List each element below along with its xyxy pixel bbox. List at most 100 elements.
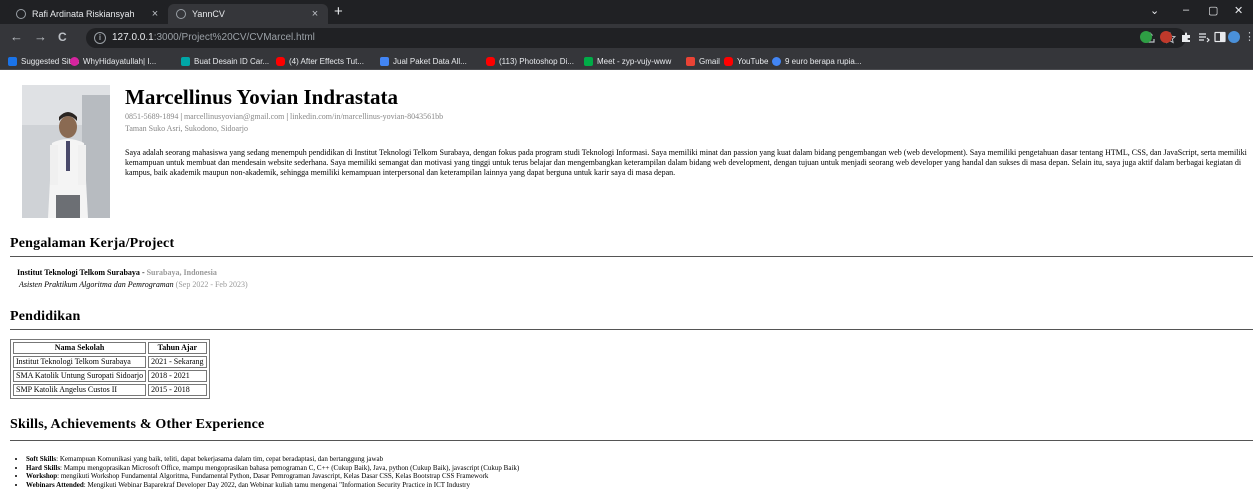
globe-icon xyxy=(176,9,186,19)
section-heading-education: Pendidikan xyxy=(10,309,81,324)
bookmark-label: Gmail xyxy=(699,56,720,66)
back-button[interactable]: ← xyxy=(10,30,23,44)
bookmark-label: WhyHidayatullah| I... xyxy=(83,56,157,66)
section-heading-skills: Skills, Achievements & Other Experience xyxy=(10,417,265,432)
school-years: 2015 - 2018 xyxy=(148,384,207,396)
bookmark-item[interactable]: 9 euro berapa rupia... xyxy=(772,54,862,68)
bookmark-label: Jual Paket Data All... xyxy=(393,56,467,66)
bookmark-label: YouTube xyxy=(737,56,769,66)
shop-icon xyxy=(380,56,389,66)
table-row: SMA Katolik Untung Suropati Sidoarjo 201… xyxy=(13,370,207,382)
address-bar[interactable]: i 127.0.0.1:3000/Project%20CV/CVMarcel.h… xyxy=(86,28,1186,48)
table-row: SMP Katolik Angelus Custos II 2015 - 201… xyxy=(13,384,207,396)
forward-button[interactable]: → xyxy=(34,30,47,44)
skill-label: Workshop xyxy=(26,472,58,480)
url-text[interactable]: 127.0.0.1:3000/Project%20CV/CVMarcel.htm… xyxy=(112,32,315,43)
browser-toolbar: ← → C i 127.0.0.1:3000/Project%20CV/CVMa… xyxy=(0,24,1253,52)
job-org-line: Institut Teknologi Telkom Surabaya - Sur… xyxy=(17,268,217,277)
table-header-row: Nama Sekolah Tahun Ajar xyxy=(13,342,207,354)
bookmark-label: Meet - zyp-vujy-www xyxy=(597,56,672,66)
tab-close-icon[interactable]: × xyxy=(308,8,322,20)
reading-list-icon[interactable] xyxy=(1198,31,1210,43)
extensions-puzzle-icon[interactable] xyxy=(1180,31,1192,43)
instagram-icon xyxy=(70,56,79,66)
bookmark-item[interactable]: Suggested Sites xyxy=(8,54,79,68)
linkedin-link[interactable]: linkedin.com/in/marcellinus-yovian-80435… xyxy=(290,112,443,121)
job-dash: - xyxy=(139,268,147,277)
maximize-button[interactable]: ▢ xyxy=(1208,4,1218,17)
google-icon xyxy=(772,56,781,66)
youtube-icon xyxy=(276,56,285,66)
tab-title: YannCV xyxy=(192,9,225,19)
skills-list: Soft Skills: Kemampuan Komunikasi yang b… xyxy=(26,455,519,489)
bookmark-item[interactable]: (113) Photoshop Di... xyxy=(486,54,574,68)
new-tab-button[interactable]: + xyxy=(334,3,343,20)
school-years: 2021 - Sekarang xyxy=(148,356,207,368)
skill-text: : Mengikuti Webinar Baparekraf Developer… xyxy=(83,480,470,489)
job-location: Surabaya, Indonesia xyxy=(146,268,217,277)
bookmark-item[interactable]: Meet - zyp-vujy-www xyxy=(584,54,671,68)
job-organization: Institut Teknologi Telkom Surabaya xyxy=(17,268,140,277)
job-period: (Sep 2022 - Feb 2023) xyxy=(175,280,248,289)
bookmark-item[interactable]: Jual Paket Data All... xyxy=(380,54,467,68)
education-table: Nama Sekolah Tahun Ajar Institut Teknolo… xyxy=(10,339,210,399)
skill-label: Soft Skills xyxy=(26,455,57,463)
youtube-icon xyxy=(486,56,495,66)
profile-photo xyxy=(22,85,110,218)
school-name: Institut Teknologi Telkom Surabaya xyxy=(13,356,147,368)
profile-avatar[interactable] xyxy=(1228,31,1240,43)
table-row: Institut Teknologi Telkom Surabaya 2021 … xyxy=(13,356,207,368)
section-heading-experience: Pengalaman Kerja/Project xyxy=(10,236,175,251)
browser-tab-yanncv[interactable]: YannCV × xyxy=(168,4,328,24)
column-header-school: Nama Sekolah xyxy=(13,342,147,354)
skill-text: : Mampu mengoprasikan Microsoft Office, … xyxy=(60,463,520,472)
tab-close-icon[interactable]: × xyxy=(148,8,162,20)
email-address[interactable]: marcellinusyovian@gmail.com xyxy=(184,112,284,121)
phone-number: 0851-5689-1894 xyxy=(125,112,179,121)
school-years: 2018 - 2021 xyxy=(148,370,207,382)
extension-icon[interactable] xyxy=(1140,31,1152,43)
bookmark-label: 9 euro berapa rupia... xyxy=(785,56,862,66)
list-item: Workshop: mengikuti Workshop Fundamental… xyxy=(26,472,519,481)
job-role: Asisten Praktikum Algoritma dan Pemrogra… xyxy=(19,280,174,289)
bookmark-item[interactable]: (4) After Effects Tut... xyxy=(276,54,364,68)
skill-text: : mengikuti Workshop Fundamental Algorit… xyxy=(57,472,489,480)
section-divider xyxy=(10,329,1253,330)
browser-tab-rafi[interactable]: Rafi Ardinata Riskiansyah × xyxy=(8,4,168,24)
close-window-button[interactable]: ✕ xyxy=(1234,4,1243,17)
skill-label: Webinars Attended xyxy=(26,480,84,489)
reload-button[interactable]: C xyxy=(58,30,67,44)
side-panel-icon[interactable] xyxy=(1214,31,1226,43)
tab-title: Rafi Ardinata Riskiansyah xyxy=(32,9,135,19)
profile-name: Marcellinus Yovian Indrastata xyxy=(125,85,399,109)
design-icon xyxy=(181,56,190,66)
school-name: SMP Katolik Angelus Custos II xyxy=(13,384,147,396)
skill-text: : Kemampuan Komunikasi yang baik, teliti… xyxy=(56,455,384,463)
bookmark-item[interactable]: Buat Desain ID Car... xyxy=(181,54,269,68)
tab-search-icon[interactable]: ⌄ xyxy=(1150,4,1159,17)
job-role-line: Asisten Praktikum Algoritma dan Pemrogra… xyxy=(19,280,248,289)
profile-photo-image xyxy=(22,85,110,218)
bookmark-item[interactable]: YouTube xyxy=(724,54,768,68)
address: Taman Suko Asri, Sukodono, Sidoarjo xyxy=(125,124,248,133)
menu-kebab-icon[interactable]: ⋮ xyxy=(1244,30,1253,44)
site-info-icon[interactable]: i xyxy=(94,32,106,44)
section-divider xyxy=(10,440,1253,441)
meet-icon xyxy=(584,56,593,66)
list-item: Hard Skills: Mampu mengoprasikan Microso… xyxy=(26,464,519,473)
gmail-icon xyxy=(686,56,695,66)
bookmark-label: Buat Desain ID Car... xyxy=(194,56,270,66)
minimize-button[interactable]: – xyxy=(1183,4,1189,16)
bookmark-item[interactable]: WhyHidayatullah| I... xyxy=(70,54,156,68)
skill-label: Hard Skills xyxy=(26,463,61,472)
url-path: :3000/Project%20CV/CVMarcel.html xyxy=(153,32,315,43)
school-name: SMA Katolik Untung Suropati Sidoarjo xyxy=(13,370,147,382)
extension-icon[interactable] xyxy=(1160,31,1172,43)
column-header-years: Tahun Ajar xyxy=(148,342,207,354)
globe-icon xyxy=(16,9,26,19)
contact-line: 0851-5689-1894 | marcellinusyovian@gmail.c… xyxy=(125,112,443,121)
bookmark-item[interactable]: Gmail xyxy=(686,54,720,68)
browser-tab-bar: Rafi Ardinata Riskiansyah × YannCV × + ⌄… xyxy=(0,0,1253,24)
youtube-icon xyxy=(724,56,733,66)
bookmark-label: (4) After Effects Tut... xyxy=(289,56,364,66)
